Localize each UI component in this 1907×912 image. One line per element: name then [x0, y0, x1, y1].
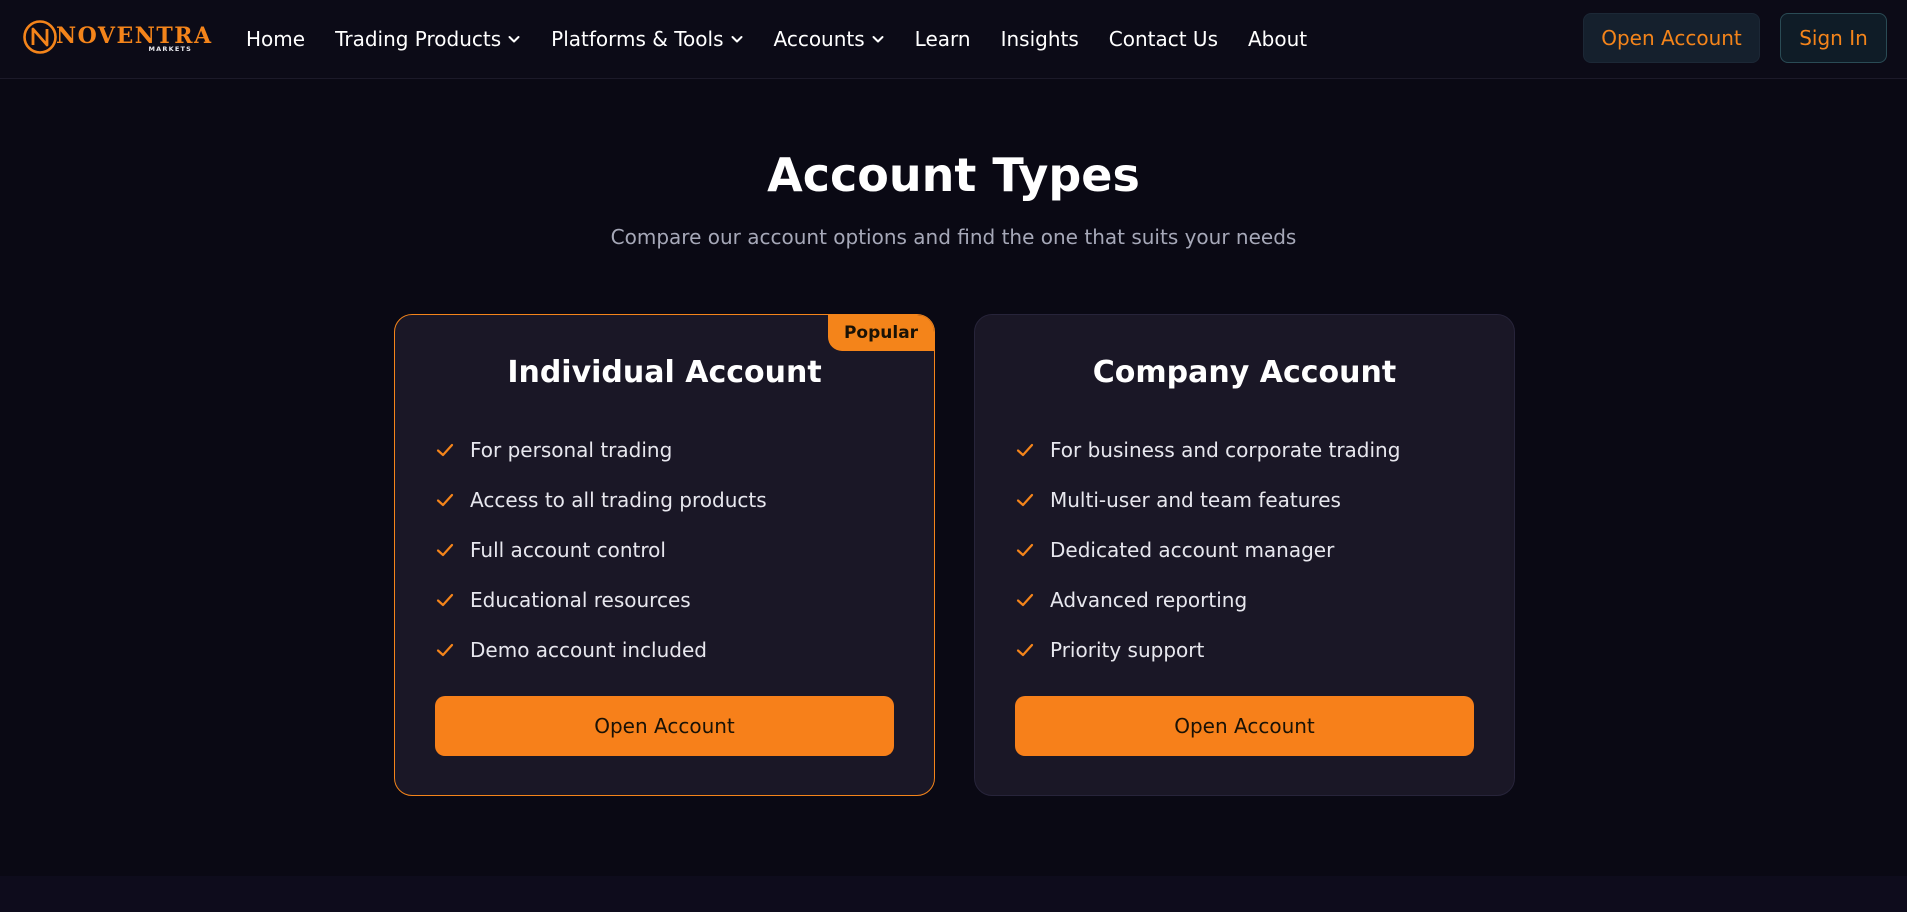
feature-item: For business and corporate trading — [1015, 425, 1400, 475]
header-open-account-button[interactable]: Open Account — [1583, 13, 1760, 63]
check-icon — [1016, 643, 1034, 657]
company-account-card: Company Account For business and corpora… — [974, 314, 1515, 796]
footer-strip — [0, 876, 1907, 912]
nav-item-trading-products[interactable]: Trading Products — [335, 27, 521, 51]
nav-item-home[interactable]: Home — [246, 27, 305, 51]
check-icon — [1016, 493, 1034, 507]
nav-item-label: Trading Products — [335, 27, 502, 51]
nav-item-label: Platforms & Tools — [551, 27, 724, 51]
check-icon — [436, 443, 454, 457]
chevron-down-icon — [731, 36, 742, 43]
feature-text: Advanced reporting — [1050, 588, 1248, 612]
check-icon — [1016, 543, 1034, 557]
check-icon — [436, 543, 454, 557]
check-icon — [436, 593, 454, 607]
popular-badge: Popular — [828, 315, 934, 351]
feature-item: Demo account included — [435, 625, 767, 675]
noventra-logo-icon — [23, 20, 57, 54]
feature-text: For personal trading — [470, 438, 673, 462]
nav-item-contact-us[interactable]: Contact Us — [1109, 27, 1218, 51]
chevron-down-icon — [508, 36, 520, 43]
check-icon — [1016, 593, 1034, 607]
feature-item: Educational resources — [435, 575, 767, 625]
nav-item-learn[interactable]: Learn — [915, 27, 971, 51]
feature-text: Demo account included — [470, 638, 707, 662]
brand-tagline: MARKETS — [148, 45, 192, 53]
section-subtitle: Compare our account options and find the… — [610, 225, 1297, 249]
feature-item: Access to all trading products — [435, 475, 767, 525]
chevron-down-icon — [872, 36, 884, 43]
brand-logo[interactable]: NOVENTRA MARKETS — [22, 19, 211, 57]
feature-item: Advanced reporting — [1015, 575, 1400, 625]
check-icon — [436, 493, 454, 507]
card-title: Individual Account — [507, 355, 822, 390]
feature-item: Multi-user and team features — [1015, 475, 1400, 525]
individual-open-account-button[interactable]: Open Account — [435, 696, 894, 756]
feature-text: For business and corporate trading — [1050, 438, 1401, 462]
feature-text: Access to all trading products — [470, 488, 767, 512]
sign-in-button[interactable]: Sign In — [1780, 13, 1887, 63]
check-icon — [436, 643, 454, 657]
feature-list: For business and corporate trading Multi… — [1015, 425, 1400, 675]
main-nav: Home Trading Products Platforms & Tools … — [246, 0, 1337, 78]
feature-item: Dedicated account manager — [1015, 525, 1400, 575]
individual-account-card: Popular Individual Account For personal … — [394, 314, 935, 796]
feature-text: Priority support — [1050, 638, 1205, 662]
nav-item-label: Accounts — [773, 27, 865, 51]
nav-item-label: Insights — [1000, 27, 1079, 51]
nav-item-platforms-tools[interactable]: Platforms & Tools — [551, 27, 743, 51]
nav-item-accounts[interactable]: Accounts — [774, 27, 885, 51]
company-open-account-button[interactable]: Open Account — [1015, 696, 1474, 756]
nav-item-label: Learn — [914, 27, 971, 51]
nav-item-label: Contact Us — [1108, 27, 1218, 51]
feature-list: For personal trading Access to all tradi… — [435, 425, 767, 675]
nav-item-insights[interactable]: Insights — [1001, 27, 1079, 51]
nav-item-label: About — [1248, 27, 1308, 51]
feature-text: Educational resources — [470, 588, 691, 612]
nav-item-about[interactable]: About — [1248, 27, 1307, 51]
nav-item-label: Home — [246, 27, 306, 51]
section-title: Account Types — [767, 148, 1140, 202]
card-title: Company Account — [1092, 355, 1397, 390]
feature-text: Full account control — [470, 538, 666, 562]
brand-name: NOVENTRA — [56, 23, 213, 49]
check-icon — [1016, 443, 1034, 457]
feature-item: Full account control — [435, 525, 767, 575]
feature-text: Dedicated account manager — [1050, 538, 1335, 562]
feature-text: Multi-user and team features — [1050, 488, 1341, 512]
feature-item: Priority support — [1015, 625, 1400, 675]
site-header: NOVENTRA MARKETS Home Trading Products P… — [0, 0, 1907, 79]
feature-item: For personal trading — [435, 425, 767, 475]
